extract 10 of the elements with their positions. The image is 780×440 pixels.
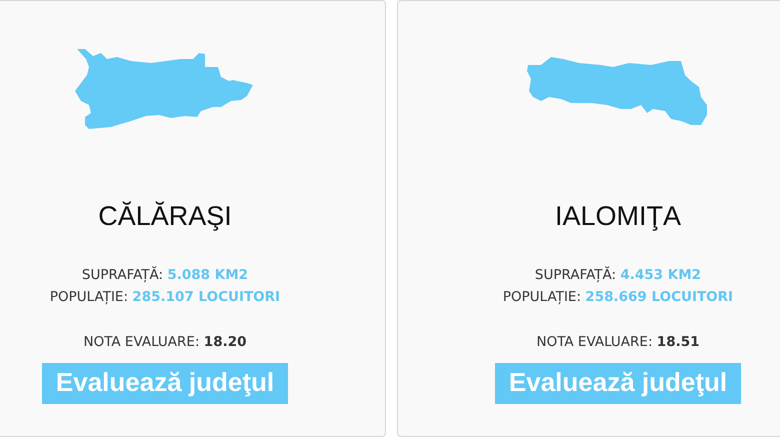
evaluate-button[interactable]: Evaluează judeţul — [494, 363, 742, 404]
stat-text: SUPRAFAȚĂ: 4.453 KM2 — [534, 267, 702, 283]
county-name: IALOMIŢA — [554, 201, 682, 233]
stat-text: POPULAȚIE: 258.669 LOCUITORI — [502, 289, 734, 305]
stat-text: SUPRAFAȚĂ: 5.088 KM2 — [82, 267, 248, 283]
evaluate-button[interactable]: Evaluează judeţul — [42, 363, 288, 404]
score-text: NOTA EVALUARE: 18.20 — [83, 334, 246, 350]
score-text: NOTA EVALUARE: 18.51 — [536, 334, 700, 350]
county-name: CĂLĂRAŞI — [98, 201, 232, 233]
stat-text: POPULAȚIE: 285.107 LOCUITORI — [50, 289, 280, 305]
